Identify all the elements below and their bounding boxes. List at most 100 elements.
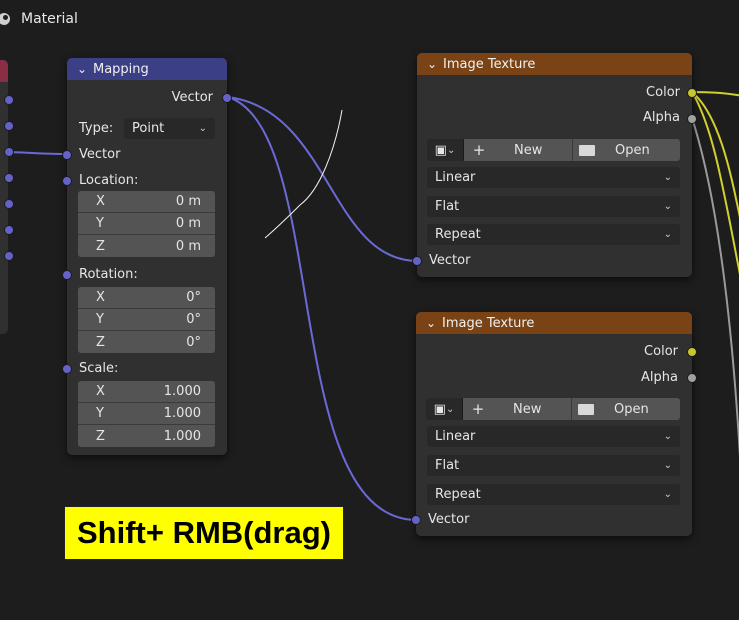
editor-header: Material	[0, 8, 78, 30]
link-color-out-2	[691, 91, 739, 218]
alpha-output-socket[interactable]	[687, 373, 697, 383]
alpha-output-label: Alpha	[643, 110, 680, 125]
folder-icon	[578, 403, 594, 415]
chevron-down-icon: ⌄	[663, 229, 672, 240]
chevron-down-icon: ⌄	[663, 489, 672, 500]
link-mapping-to-texture1	[227, 96, 418, 262]
axis-label: Y	[96, 216, 104, 231]
link-color-out-3	[691, 91, 739, 275]
location-x-field[interactable]: X 0 m	[78, 191, 215, 213]
field-value: 1.000	[163, 384, 201, 399]
collapse-chevron-icon[interactable]: ⌄	[420, 316, 442, 330]
scale-y-field[interactable]: Y 1.000	[78, 403, 215, 425]
mapping-node[interactable]: ⌄ Mapping Vector Type: Point ⌄ Vector Lo…	[62, 58, 232, 455]
plus-icon: +	[471, 400, 485, 418]
shortcut-caption: Shift+ RMB(drag)	[64, 506, 344, 560]
rotation-socket[interactable]	[62, 270, 72, 280]
collapse-chevron-icon[interactable]: ⌄	[71, 62, 93, 76]
alpha-output-socket[interactable]	[687, 114, 697, 124]
mapping-output-vector-socket[interactable]	[222, 93, 232, 103]
folder-icon	[579, 144, 595, 156]
axis-label: Z	[96, 334, 105, 350]
image-browse-button[interactable]: ▣ ⌄	[426, 398, 463, 420]
extension-dropdown[interactable]: Repeat ⌄	[427, 484, 680, 505]
left-node-socket[interactable]	[4, 95, 14, 105]
mapping-input-vector-socket[interactable]	[62, 150, 72, 160]
location-socket[interactable]	[62, 176, 72, 186]
new-image-button[interactable]: + New	[464, 139, 573, 161]
mapping-node-title: Mapping	[93, 61, 149, 77]
field-value: 0 m	[175, 216, 201, 231]
chevron-down-icon: ⌄	[663, 201, 672, 212]
image-texture-header[interactable]: ⌄ Image Texture	[416, 312, 692, 334]
interpolation-dropdown[interactable]: Linear ⌄	[427, 167, 680, 188]
vector-input-label: Vector	[428, 512, 470, 527]
type-label: Type:	[79, 121, 114, 136]
scale-label: Scale:	[79, 361, 119, 376]
link-alpha-out	[691, 117, 739, 457]
material-sphere-icon	[0, 13, 10, 25]
rotation-z-field[interactable]: Z 0°	[78, 331, 215, 353]
image-texture-header[interactable]: ⌄ Image Texture	[417, 53, 692, 75]
scale-socket[interactable]	[62, 364, 72, 374]
image-icon: ▣	[434, 142, 447, 158]
image-texture-node-1[interactable]: ⌄ Image Texture Color Alpha ▣ ⌄ + New Open…	[412, 53, 697, 277]
chevron-down-icon: ⌄	[663, 431, 672, 442]
interpolation-dropdown[interactable]: Linear ⌄	[427, 426, 680, 447]
extension-value: Repeat	[435, 227, 481, 242]
projection-dropdown[interactable]: Flat ⌄	[427, 196, 680, 217]
mapping-node-header[interactable]: ⌄ Mapping	[67, 58, 227, 80]
interpolation-value: Linear	[435, 429, 476, 444]
field-value: 0 m	[175, 238, 201, 254]
left-node-socket[interactable]	[4, 251, 14, 261]
image-browse-button[interactable]: ▣ ⌄	[427, 139, 464, 161]
location-z-field[interactable]: Z 0 m	[78, 235, 215, 257]
link-mapping-to-texture2	[227, 96, 417, 521]
extension-dropdown[interactable]: Repeat ⌄	[427, 224, 680, 245]
field-value: 0°	[186, 312, 201, 327]
axis-label: Z	[96, 428, 105, 444]
type-dropdown[interactable]: Point ⌄	[124, 118, 215, 139]
rotation-y-field[interactable]: Y 0°	[78, 309, 215, 331]
image-texture-title: Image Texture	[443, 56, 536, 72]
left-node-socket[interactable]	[4, 147, 14, 157]
open-image-button[interactable]: Open	[572, 398, 680, 420]
extension-value: Repeat	[435, 487, 481, 502]
vector-input-socket[interactable]	[411, 515, 421, 525]
location-y-field[interactable]: Y 0 m	[78, 213, 215, 235]
left-node-socket[interactable]	[4, 225, 14, 235]
vector-input-socket[interactable]	[412, 256, 422, 266]
left-partial-node[interactable]	[0, 60, 14, 334]
field-value: 1.000	[163, 406, 201, 421]
rotation-x-field[interactable]: X 0°	[78, 287, 215, 309]
color-output-socket[interactable]	[687, 347, 697, 357]
field-value: 1.000	[163, 428, 201, 444]
new-image-button[interactable]: + New	[463, 398, 572, 420]
mapping-output-label: Vector	[171, 90, 213, 105]
axis-label: Y	[96, 406, 104, 421]
image-texture-node-2[interactable]: ⌄ Image Texture Color Alpha ▣ ⌄ + New Open…	[411, 312, 697, 536]
mapping-input-vector-label: Vector	[79, 147, 121, 162]
left-node-socket[interactable]	[4, 121, 14, 131]
axis-label: X	[96, 194, 105, 209]
projection-value: Flat	[435, 199, 460, 214]
color-output-socket[interactable]	[687, 88, 697, 98]
field-value: 0 m	[175, 194, 201, 209]
left-node-socket[interactable]	[4, 173, 14, 183]
projection-value: Flat	[435, 458, 460, 473]
scale-z-field[interactable]: Z 1.000	[78, 425, 215, 447]
chevron-down-icon: ⌄	[663, 172, 672, 183]
color-output-label: Color	[644, 344, 678, 359]
plus-icon: +	[472, 141, 486, 159]
chevron-down-icon: ⌄	[446, 144, 456, 156]
alpha-output-label: Alpha	[641, 370, 678, 385]
new-label: New	[514, 142, 543, 158]
projection-dropdown[interactable]: Flat ⌄	[427, 455, 680, 476]
scale-x-field[interactable]: X 1.000	[78, 381, 215, 403]
axis-label: X	[96, 290, 105, 305]
open-image-button[interactable]: Open	[573, 139, 680, 161]
field-value: 0°	[186, 334, 201, 350]
collapse-chevron-icon[interactable]: ⌄	[421, 57, 443, 71]
left-node-socket[interactable]	[4, 199, 14, 209]
scale-vector-field: X 1.000 Y 1.000 Z 1.000	[78, 381, 215, 447]
